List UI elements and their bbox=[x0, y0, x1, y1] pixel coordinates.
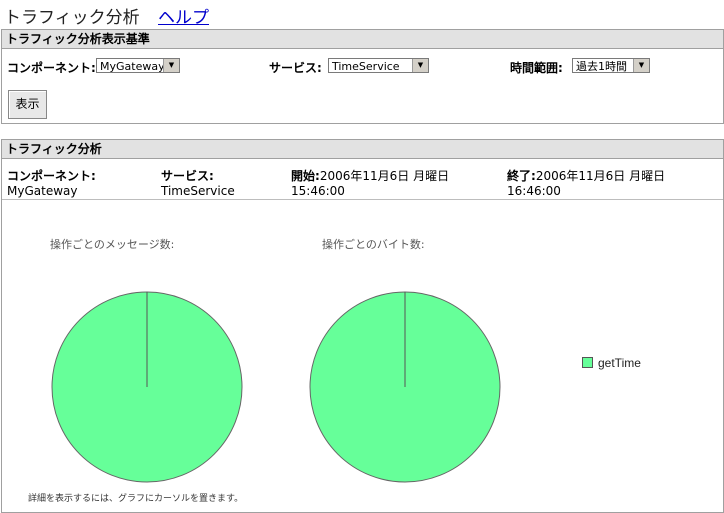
chevron-down-icon: ▼ bbox=[412, 59, 428, 72]
time-range-select-value: 過去1時間 bbox=[576, 60, 627, 73]
chevron-down-icon: ▼ bbox=[633, 59, 649, 72]
pie-chart-messages[interactable] bbox=[50, 290, 246, 486]
info-component-label: コンポーネント: bbox=[7, 169, 96, 183]
legend-label: getTime bbox=[598, 356, 641, 370]
criteria-panel-title: トラフィック分析表示基準 bbox=[2, 30, 723, 49]
service-select-value: TimeService bbox=[332, 60, 400, 73]
info-service: サービス: TimeService bbox=[161, 167, 235, 198]
component-select[interactable]: MyGateway ▼ bbox=[96, 58, 180, 73]
pie-chart-bytes[interactable] bbox=[308, 290, 504, 486]
info-start-time: 15:46:00 bbox=[291, 184, 345, 198]
info-start-label: 開始: bbox=[291, 169, 320, 183]
info-component-value: MyGateway bbox=[7, 184, 78, 198]
analysis-panel-title: トラフィック分析 bbox=[2, 140, 723, 159]
info-service-label: サービス: bbox=[161, 169, 214, 183]
criteria-panel: トラフィック分析表示基準 コンポーネント: MyGateway ▼ サービス: … bbox=[1, 29, 724, 124]
time-range-select[interactable]: 過去1時間 ▼ bbox=[572, 58, 650, 73]
chart-title-messages: 操作ごとのメッセージ数: bbox=[50, 238, 175, 251]
service-select[interactable]: TimeService ▼ bbox=[328, 58, 429, 73]
legend-swatch bbox=[582, 357, 593, 368]
info-end: 終了:2006年11月6日 月曜日 16:46:00 bbox=[507, 167, 665, 198]
info-service-value: TimeService bbox=[161, 184, 235, 198]
page-title: トラフィック分析 bbox=[4, 8, 140, 28]
show-button[interactable]: 表示 bbox=[8, 90, 47, 119]
info-end-time: 16:46:00 bbox=[507, 184, 561, 198]
hover-hint: 詳細を表示するには、グラフにカーソルを置きます。 bbox=[28, 494, 244, 504]
info-component: コンポーネント: MyGateway bbox=[7, 167, 96, 198]
info-start: 開始:2006年11月6日 月曜日 15:46:00 bbox=[291, 167, 449, 198]
chart-legend: getTime bbox=[582, 356, 641, 370]
chart-title-bytes: 操作ごとのバイト数: bbox=[322, 238, 425, 251]
service-label: サービス: bbox=[269, 61, 322, 75]
info-end-label: 終了: bbox=[507, 169, 536, 183]
time-range-label: 時間範囲: bbox=[510, 61, 563, 75]
component-select-value: MyGateway bbox=[100, 60, 165, 73]
info-end-date: 2006年11月6日 月曜日 bbox=[535, 169, 666, 183]
chevron-down-icon: ▼ bbox=[163, 59, 179, 72]
top-bar: トラフィック分析 ヘルプ bbox=[4, 3, 209, 28]
analysis-info-row: コンポーネント: MyGateway サービス: TimeService 開始:… bbox=[2, 159, 723, 200]
help-link[interactable]: ヘルプ bbox=[158, 3, 209, 28]
info-start-date: 2006年11月6日 月曜日 bbox=[319, 169, 450, 183]
component-label: コンポーネント: bbox=[7, 61, 96, 75]
